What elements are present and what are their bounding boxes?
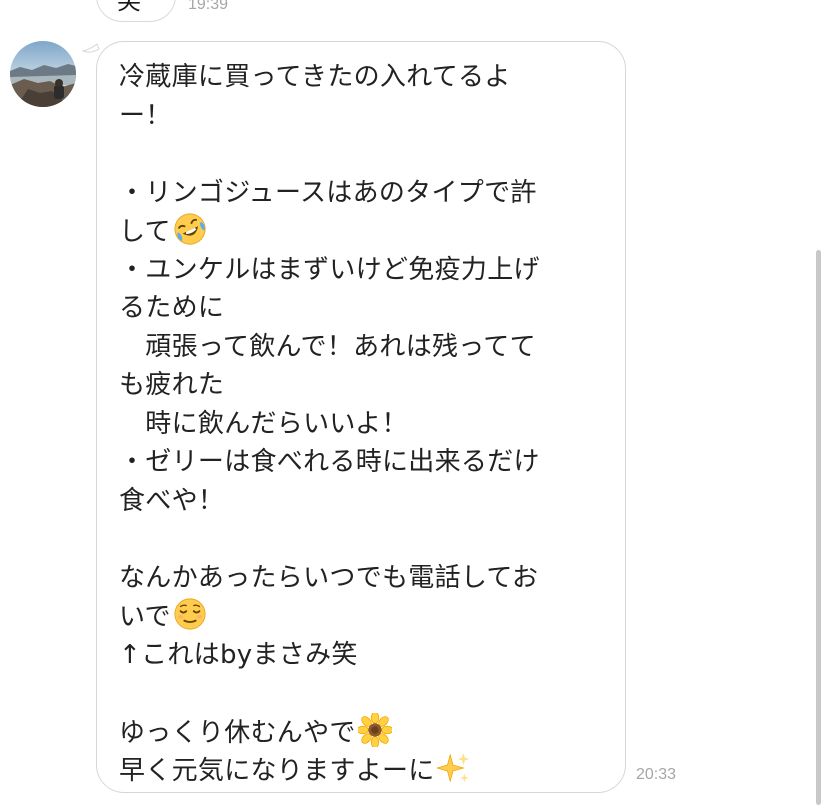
sparkles-emoji bbox=[436, 752, 469, 783]
message-line bbox=[119, 520, 604, 559]
relieved-face-emoji bbox=[174, 598, 206, 630]
chat-screen: 笑 19:39 冷蔵庫に買ってきたの入れてるよ ー！ ・リンゴジュースはあのタイ… bbox=[0, 0, 827, 805]
message-line: ↑これはbyまさみ笑 bbox=[119, 639, 358, 670]
sunflower-emoji bbox=[357, 712, 392, 747]
message-line: 早く元気になりますよーに bbox=[119, 751, 604, 790]
previous-message-time: 19:39 bbox=[188, 0, 229, 13]
rolling-on-floor-laughing-emoji bbox=[174, 213, 206, 245]
message-line: も疲れた bbox=[119, 370, 225, 400]
message-line: ゆっくり休むんやで bbox=[119, 712, 604, 752]
message-line: 時に飲んだらいいよ！ bbox=[119, 408, 408, 439]
message-text: 冷蔵庫に買ってきたの入れてるよ ー！ ・リンゴジュースはあのタイプで許 して ・… bbox=[119, 58, 604, 790]
previous-message-text: 笑 bbox=[117, 0, 141, 15]
message-line: いで bbox=[119, 597, 604, 636]
message-line: 冷蔵庫に買ってきたの入れてるよ bbox=[119, 62, 511, 92]
scrollbar[interactable] bbox=[816, 250, 821, 805]
message-line: ・リンゴジュースはあのタイプで許 bbox=[119, 177, 537, 208]
message-line: して bbox=[119, 212, 604, 251]
message-line bbox=[119, 674, 604, 713]
message-line: なんかあったらいつでも電話してお bbox=[119, 562, 539, 593]
message-time: 20:33 bbox=[636, 766, 677, 783]
message-line: 頑張って飲んで！あれは残ってて bbox=[119, 331, 536, 362]
message-line: るために bbox=[119, 293, 225, 323]
message-line: 食べや！ bbox=[119, 485, 225, 516]
avatar[interactable] bbox=[10, 41, 76, 107]
message-line: ・ユンケルはまずいけど免疫力上げ bbox=[119, 254, 540, 285]
message-line bbox=[119, 135, 604, 174]
avatar-photo-icon bbox=[10, 41, 76, 107]
message-line: ー！ bbox=[119, 100, 172, 131]
message-line: ・ゼリーは食べれる時に出来るだけ bbox=[119, 447, 540, 477]
previous-message-bubble[interactable]: 笑 bbox=[96, 0, 176, 22]
